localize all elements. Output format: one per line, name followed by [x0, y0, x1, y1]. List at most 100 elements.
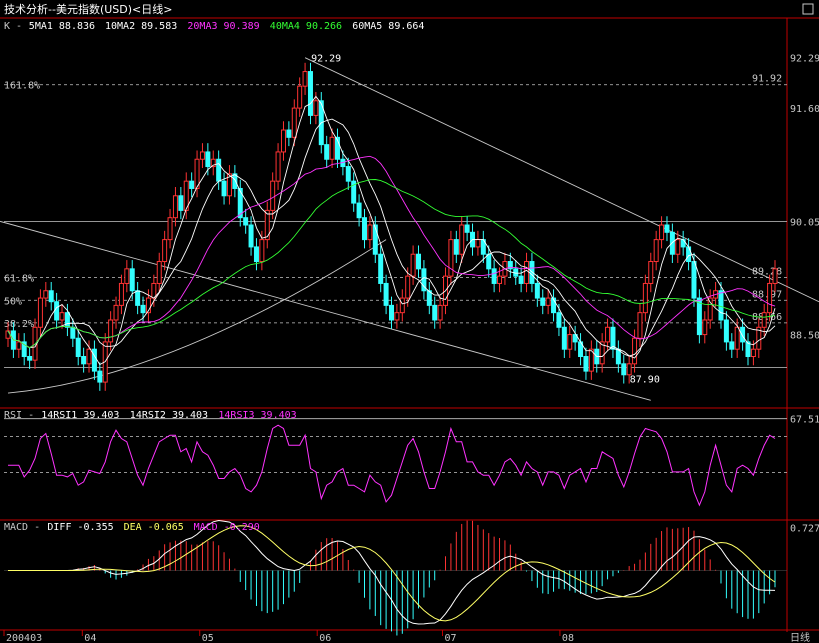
candle-body	[389, 304, 394, 321]
candle-body	[691, 261, 697, 299]
candle-body	[113, 304, 119, 321]
price-axis-tick: 88.50	[790, 331, 819, 342]
x-tick-label: 08	[562, 633, 574, 643]
candle-body	[561, 326, 567, 350]
stock-chart: 技术分析--美元指数(USD)<日线> 161.8%91.9261.8%89.2…	[0, 0, 819, 643]
candle-body	[497, 275, 503, 284]
candle-body	[280, 129, 286, 153]
candle-body	[37, 297, 43, 328]
candle-body	[432, 304, 438, 321]
candle-body	[659, 224, 665, 241]
candle-body	[199, 151, 205, 160]
candle-body	[540, 297, 546, 306]
candle-body	[605, 326, 611, 343]
candle-body	[86, 348, 92, 365]
candle-body	[453, 239, 459, 255]
candle-body	[361, 217, 367, 241]
fib-level-label: 61.8%	[4, 274, 34, 285]
candle-body	[216, 158, 222, 182]
candle-body	[221, 180, 227, 197]
candle-body	[367, 224, 373, 241]
candle-body	[70, 326, 76, 339]
annotation-value: 87.90	[630, 374, 660, 385]
candle-body	[270, 180, 276, 211]
candle-body	[518, 275, 524, 284]
candle-body	[437, 304, 443, 321]
candle-body	[75, 337, 81, 358]
window-title: 技术分析--美元指数(USD)<日线>	[4, 2, 172, 16]
candle-body	[307, 71, 313, 116]
candle-body	[621, 363, 627, 376]
candle-body	[48, 290, 54, 303]
x-tick-label: 06	[319, 633, 331, 643]
fib-level-label: 50%	[4, 296, 22, 307]
candle-body	[162, 239, 168, 263]
fib-level-value: 88.66	[752, 312, 782, 323]
period-label: 日线	[790, 631, 810, 643]
candle-body	[702, 319, 708, 336]
candle-body	[772, 268, 778, 284]
candle-body	[97, 370, 103, 383]
price-axis-tick: 92.29	[790, 54, 819, 65]
candle-body	[475, 239, 481, 248]
price-legend-item: 20MA3 90.389	[187, 21, 259, 32]
candle-body	[291, 107, 297, 138]
fib-level-value: 91.92	[752, 74, 782, 85]
price-legend-item: 40MA4 90.266	[270, 21, 342, 32]
rsi-panel-name: RSI -	[4, 410, 34, 421]
candle-body	[243, 217, 249, 226]
candle-body	[524, 261, 530, 284]
candle-body	[372, 224, 378, 255]
fib-level-label: 38.2%	[4, 319, 34, 330]
price-legend-item: 5MA1 88.836	[29, 21, 95, 32]
candle-body	[345, 166, 351, 182]
candle-body	[124, 268, 130, 284]
candle-body	[410, 253, 416, 277]
candle-body	[556, 312, 562, 328]
candle-body	[64, 312, 70, 328]
candle-body	[135, 290, 141, 306]
candle-body	[16, 341, 22, 350]
candle-body	[718, 290, 724, 321]
candle-body	[729, 341, 735, 350]
candle-body	[632, 337, 638, 365]
candle-body	[534, 282, 540, 299]
candle-body	[297, 85, 303, 109]
macd-panel-name: MACD -	[4, 522, 40, 533]
candle-body	[313, 100, 319, 116]
candle-body	[27, 356, 33, 361]
candle-body	[140, 304, 146, 314]
fib-level-value: 88.97	[752, 289, 782, 300]
candle-body	[669, 231, 675, 255]
candle-body	[394, 312, 400, 321]
candle-body	[664, 224, 670, 233]
candle-body	[378, 253, 384, 284]
candle-body	[464, 224, 470, 233]
candle-body	[448, 239, 454, 277]
macd-legend-item: MACD -0.290	[194, 522, 260, 533]
macd-axis-tick: 0.727	[790, 523, 819, 534]
candle-body	[302, 71, 308, 87]
fib-level-label: 161.8%	[4, 81, 40, 92]
macd-legend-item: DEA -0.065	[124, 522, 184, 533]
candle-body	[723, 319, 729, 343]
candle-body	[648, 261, 654, 284]
candle-body	[156, 261, 162, 284]
candle-body	[248, 224, 254, 248]
candle-body	[178, 195, 184, 211]
price-axis-tick: 91.60	[790, 104, 819, 115]
candle-body	[205, 151, 211, 168]
price-axis-tick: 90.05	[790, 217, 819, 228]
candle-body	[399, 297, 405, 314]
rsi-legend-item: 14RSI3 39.403	[218, 410, 296, 421]
candle-body	[416, 253, 422, 270]
candle-body	[383, 282, 389, 306]
candle-body	[642, 282, 648, 314]
candle-body	[740, 326, 746, 343]
candle-body	[59, 312, 65, 321]
candle-body	[129, 268, 135, 292]
candle-body	[405, 275, 411, 299]
candle-body	[567, 334, 573, 350]
candle-body	[734, 326, 740, 350]
rsi-legend-item: 14RSI2 39.403	[130, 410, 208, 421]
